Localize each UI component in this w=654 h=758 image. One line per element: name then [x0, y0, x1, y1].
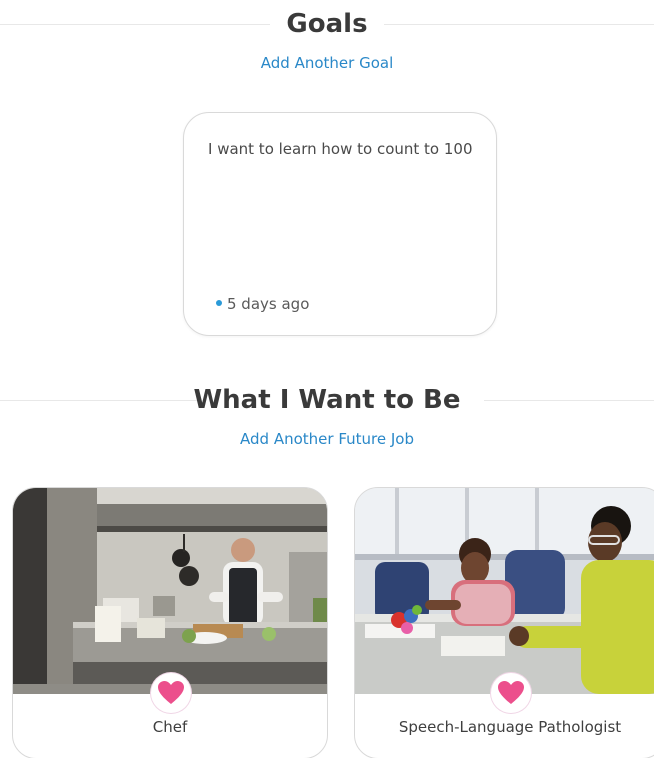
status-dot-icon: [216, 299, 222, 306]
goal-time-label: 5 days ago: [227, 295, 310, 313]
favorite-badge-chef[interactable]: [151, 673, 191, 713]
job-card-chef[interactable]: Chef: [12, 487, 328, 758]
job-title-chef: Chef: [152, 718, 188, 736]
chef-photo: [13, 488, 327, 694]
favorite-badge-speech-language-pathologist[interactable]: [491, 673, 531, 713]
goal-card[interactable]: I want to learn how to count to 100 5 da…: [183, 112, 497, 336]
goals-title: Goals: [286, 9, 368, 39]
heart-icon: [498, 681, 524, 704]
job-card-speech-language-pathologist[interactable]: Speech-Language Pathologist: [354, 487, 654, 758]
job-title-speech-language-pathologist: Speech-Language Pathologist: [398, 718, 622, 736]
heart-icon: [158, 681, 184, 704]
future-jobs-heading: What I Want to Be: [0, 380, 654, 420]
goals-heading: Goals: [0, 4, 654, 44]
future-jobs-title: What I Want to Be: [193, 385, 461, 415]
goal-text: I want to learn how to count to 100: [208, 140, 473, 158]
goal-timestamp: 5 days ago: [216, 295, 309, 313]
add-another-future-job-link[interactable]: Add Another Future Job: [0, 430, 654, 448]
add-another-goal-link[interactable]: Add Another Goal: [0, 54, 654, 72]
speech-pathologist-photo: [355, 488, 654, 694]
